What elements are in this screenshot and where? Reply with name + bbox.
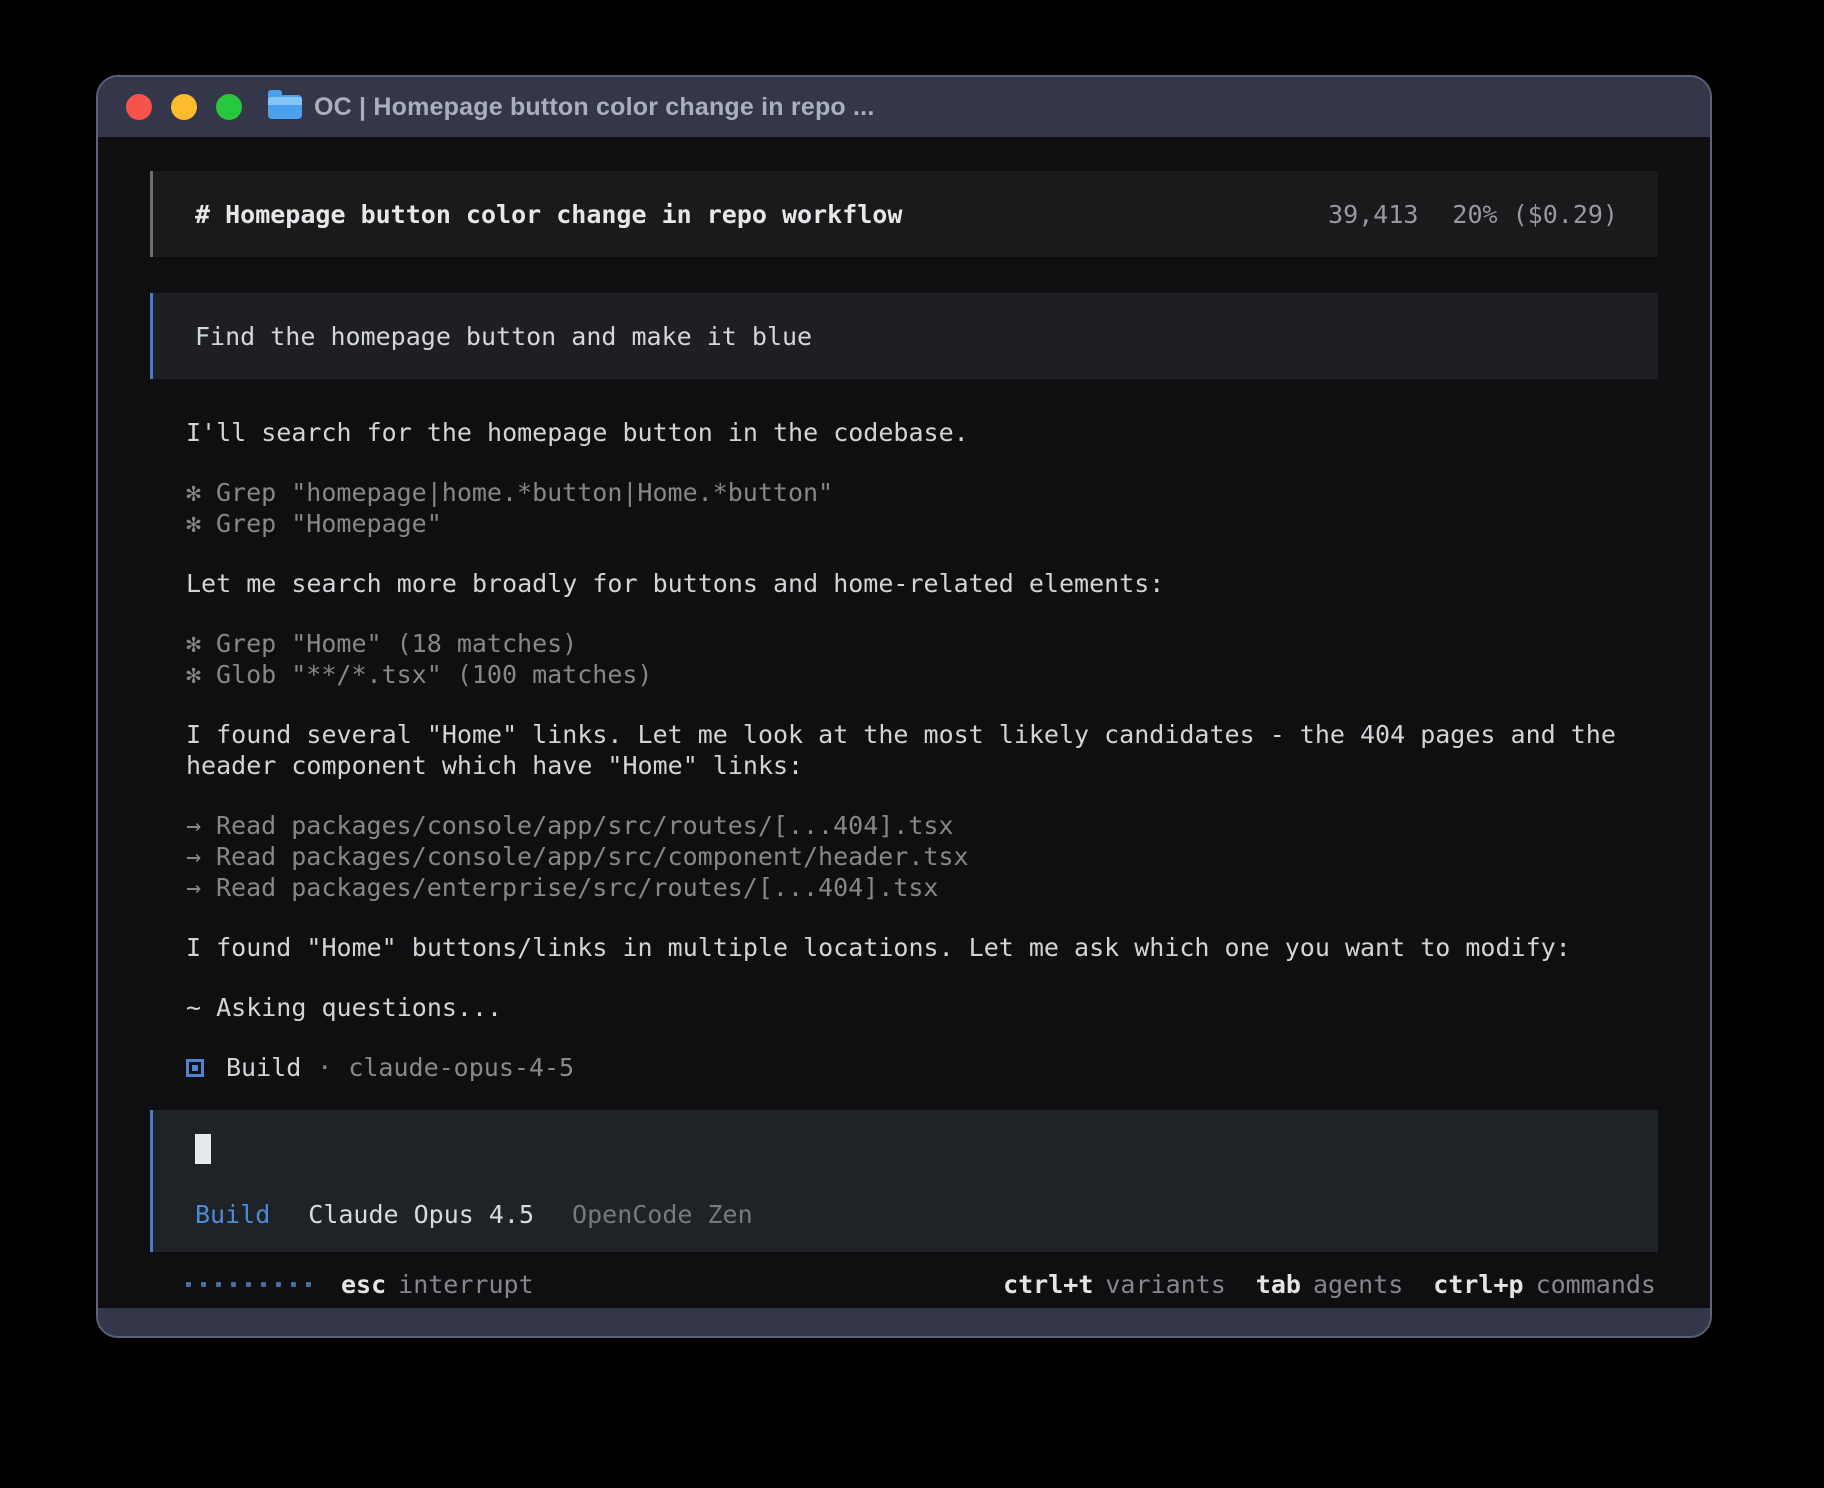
context-cost: 20% ($0.29) xyxy=(1452,199,1618,230)
input-meta: Build Claude Opus 4.5 OpenCode Zen xyxy=(195,1199,1618,1230)
arrow-right-icon: → xyxy=(186,810,216,841)
input-agent-mode[interactable]: Build xyxy=(195,1199,270,1230)
asterisk-icon: ✻ xyxy=(186,477,216,508)
conversation: I'll search for the homepage button in t… xyxy=(150,417,1658,1083)
window-footer xyxy=(98,1308,1710,1336)
agent-square-icon xyxy=(186,1059,204,1077)
tool-call-group: ✻Grep "homepage|home.*button|Home.*butto… xyxy=(186,477,1658,539)
zoom-button[interactable] xyxy=(216,94,242,120)
agent-status: Build · claude-opus-4-5 xyxy=(186,1052,1658,1083)
user-message-text: Find the homepage button and make it blu… xyxy=(195,321,812,352)
agent-name: Build xyxy=(226,1052,301,1083)
agents-hint: tab agents xyxy=(1256,1269,1403,1300)
tool-call-group: →Read packages/console/app/src/routes/[.… xyxy=(186,810,1658,903)
working-status: ~ Asking questions... xyxy=(186,992,1658,1023)
text-cursor xyxy=(195,1134,211,1164)
agent-model: claude-opus-4-5 xyxy=(348,1052,574,1083)
esc-key[interactable]: esc xyxy=(341,1269,386,1300)
status-bar: esc interrupt ctrl+t variants tab agents… xyxy=(150,1269,1658,1300)
esc-hint: esc interrupt xyxy=(341,1269,534,1300)
tool-call: ✻Grep "Home" (18 matches) xyxy=(186,628,1658,659)
variants-label: variants xyxy=(1105,1269,1225,1300)
prompt-input[interactable]: Build Claude Opus 4.5 OpenCode Zen xyxy=(150,1110,1658,1252)
arrow-right-icon: → xyxy=(186,841,216,872)
input-model[interactable]: Claude Opus 4.5 xyxy=(308,1199,534,1230)
tab-key[interactable]: tab xyxy=(1256,1269,1301,1300)
tool-call: ✻Grep "Homepage" xyxy=(186,508,1658,539)
user-message: Find the homepage button and make it blu… xyxy=(150,293,1658,379)
ctrl-p-key[interactable]: ctrl+p xyxy=(1433,1269,1523,1300)
esc-label: interrupt xyxy=(398,1269,533,1300)
tool-call-label: Read packages/console/app/src/component/… xyxy=(216,842,969,871)
tool-call-group: ✻Grep "Home" (18 matches) ✻Glob "**/*.ts… xyxy=(186,628,1658,690)
traffic-lights xyxy=(126,94,242,120)
input-provider: OpenCode Zen xyxy=(572,1199,753,1230)
folder-icon xyxy=(268,95,302,119)
assistant-text: I found several "Home" links. Let me loo… xyxy=(186,719,1658,781)
agent-separator: · xyxy=(317,1052,332,1083)
read-tool-call: →Read packages/enterprise/src/routes/[..… xyxy=(186,872,1658,903)
read-tool-call: →Read packages/console/app/src/routes/[.… xyxy=(186,810,1658,841)
token-count: 39,413 xyxy=(1328,199,1418,230)
tool-call-label: Grep "Home" (18 matches) xyxy=(216,629,577,658)
session-content: # Homepage button color change in repo w… xyxy=(98,137,1710,1308)
session-stats: 39,413 20% ($0.29) xyxy=(1328,199,1618,230)
spinner-dots-icon xyxy=(186,1282,311,1287)
agents-label: agents xyxy=(1313,1269,1403,1300)
assistant-text: Let me search more broadly for buttons a… xyxy=(186,568,1658,599)
tool-call-label: Grep "Homepage" xyxy=(216,509,442,538)
terminal-window: OC | Homepage button color change in rep… xyxy=(96,75,1712,1338)
tool-call-label: Read packages/enterprise/src/routes/[...… xyxy=(216,873,938,902)
titlebar: OC | Homepage button color change in rep… xyxy=(98,77,1710,137)
arrow-right-icon: → xyxy=(186,872,216,903)
tool-call-label: Read packages/console/app/src/routes/[..… xyxy=(216,811,954,840)
status-left: esc interrupt xyxy=(186,1269,534,1300)
assistant-text: I found "Home" buttons/links in multiple… xyxy=(186,932,1658,963)
close-button[interactable] xyxy=(126,94,152,120)
window-title: OC | Homepage button color change in rep… xyxy=(314,93,874,122)
asterisk-icon: ✻ xyxy=(186,659,216,690)
asterisk-icon: ✻ xyxy=(186,628,216,659)
minimize-button[interactable] xyxy=(171,94,197,120)
session-title: # Homepage button color change in repo w… xyxy=(195,199,902,230)
session-header: # Homepage button color change in repo w… xyxy=(150,171,1658,257)
assistant-text: I'll search for the homepage button in t… xyxy=(186,417,1658,448)
read-tool-call: →Read packages/console/app/src/component… xyxy=(186,841,1658,872)
tool-call-label: Glob "**/*.tsx" (100 matches) xyxy=(216,660,653,689)
commands-hint: ctrl+p commands xyxy=(1433,1269,1656,1300)
tool-call: ✻Grep "homepage|home.*button|Home.*butto… xyxy=(186,477,1658,508)
tool-call-label: Grep "homepage|home.*button|Home.*button… xyxy=(216,478,833,507)
asterisk-icon: ✻ xyxy=(186,508,216,539)
variants-hint: ctrl+t variants xyxy=(1003,1269,1226,1300)
ctrl-t-key[interactable]: ctrl+t xyxy=(1003,1269,1093,1300)
tool-call: ✻Glob "**/*.tsx" (100 matches) xyxy=(186,659,1658,690)
status-right: ctrl+t variants tab agents ctrl+p comman… xyxy=(1003,1269,1656,1300)
commands-label: commands xyxy=(1536,1269,1656,1300)
